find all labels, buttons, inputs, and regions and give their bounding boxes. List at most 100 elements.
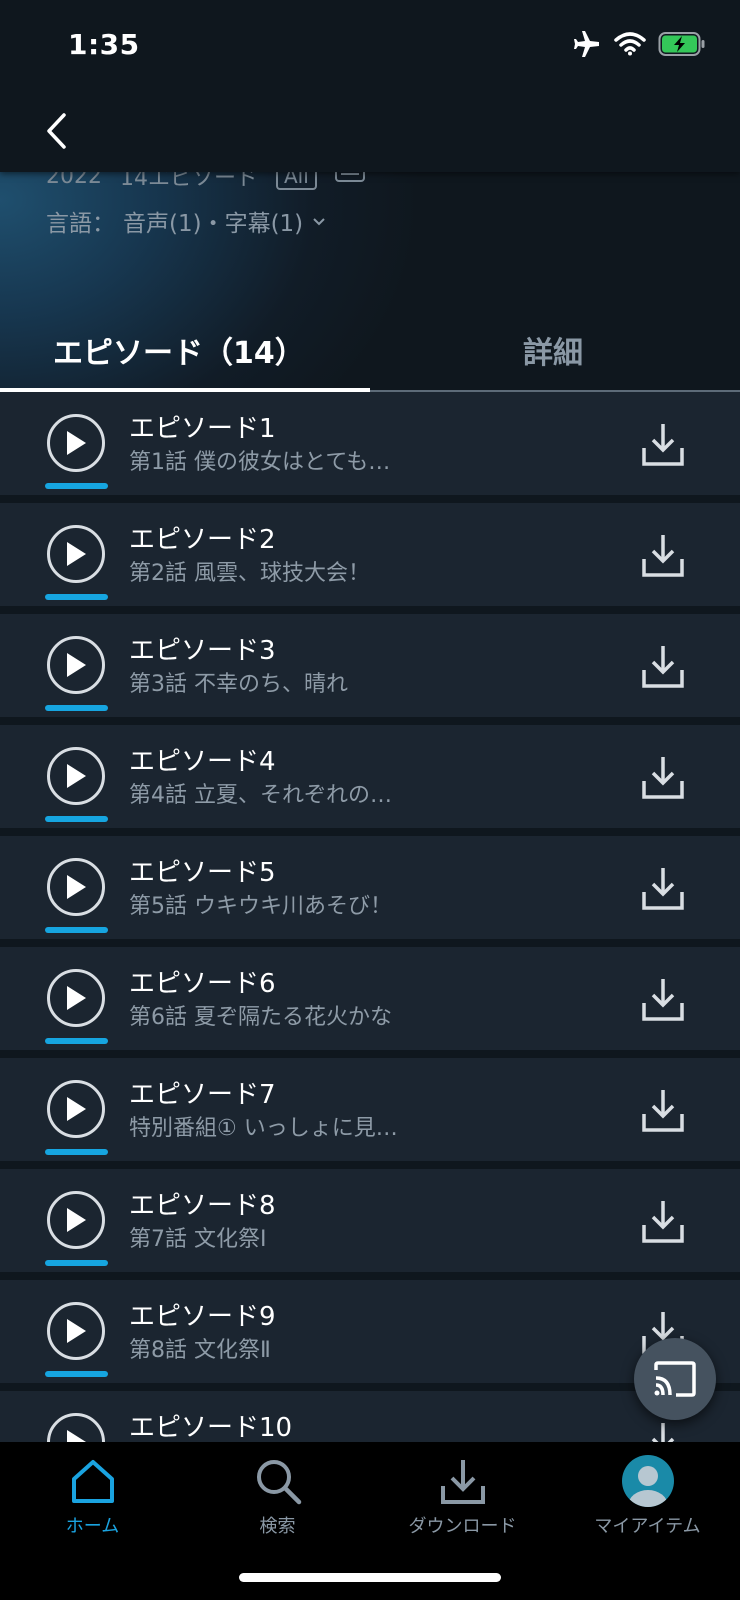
episode-title: エピソード10: [129, 1413, 293, 1443]
episode-progress-bar: [45, 594, 108, 600]
episode-subtitle: 第3話 不幸のち、晴れ: [129, 672, 348, 697]
download-button[interactable]: [640, 753, 686, 801]
play-icon: [67, 986, 86, 1010]
episode-list: エピソード1 第1話 僕の彼女はとても… エピソード2 第2話 風雲、球技大会！ エピソ…: [0, 392, 740, 1502]
episode-row[interactable]: エピソード2 第2話 風雲、球技大会！: [0, 503, 740, 606]
download-button[interactable]: [640, 531, 686, 579]
play-button[interactable]: [47, 525, 105, 583]
episode-progress-bar: [45, 927, 108, 933]
airplane-icon: [572, 30, 602, 62]
nav-home[interactable]: ホーム: [0, 1442, 185, 1542]
episode-row[interactable]: エピソード9 第8話 文化祭Ⅱ: [0, 1280, 740, 1383]
episode-subtitle: 第4話 立夏、それぞれの…: [129, 783, 392, 808]
home-indicator: [239, 1573, 501, 1582]
status-icons: [572, 30, 706, 62]
episode-row[interactable]: エピソード8 第7話 文化祭Ⅰ: [0, 1169, 740, 1272]
episode-subtitle: 第2話 風雲、球技大会！: [129, 561, 370, 586]
nav-my-items-label: マイアイテム: [594, 1516, 701, 1537]
episode-row[interactable]: エピソード7 特別番組① いっしょに見…: [0, 1058, 740, 1161]
download-button[interactable]: [640, 420, 686, 468]
tab-details[interactable]: 詳細: [523, 328, 583, 372]
episode-row[interactable]: エピソード4 第4話 立夏、それぞれの…: [0, 725, 740, 828]
play-icon: [67, 1097, 86, 1121]
language-value: 音声(1)・字幕(1): [123, 211, 304, 237]
episode-subtitle: 第1話 僕の彼女はとても…: [129, 450, 391, 475]
download-icon: [642, 868, 684, 910]
play-button[interactable]: [47, 969, 105, 1027]
episode-row[interactable]: エピソード3 第3話 不幸のち、晴れ: [0, 614, 740, 717]
episode-subtitle: 第5話 ウキウキ川あそび！: [129, 894, 392, 919]
episode-title: エピソード9: [129, 1302, 276, 1332]
nav-downloads[interactable]: ダウンロード: [370, 1442, 555, 1542]
episode-subtitle: 第6話 夏ぞ隔たる花火かな: [129, 1005, 392, 1030]
cast-button[interactable]: [634, 1338, 716, 1420]
app-screen: 2022 14エピソード All 言語： 音声(1)・字幕(1) 1:35 エピ…: [0, 0, 740, 1600]
episode-row[interactable]: エピソード1 第1話 僕の彼女はとても…: [0, 392, 740, 495]
play-icon: [67, 875, 86, 899]
chevron-down-icon: [311, 208, 327, 234]
download-button[interactable]: [640, 1197, 686, 1245]
play-button[interactable]: [47, 414, 105, 472]
play-icon: [67, 431, 86, 455]
episode-row[interactable]: エピソード6 第6話 夏ぞ隔たる花火かな: [0, 947, 740, 1050]
chevron-left-icon: [47, 113, 66, 149]
episode-title: エピソード1: [129, 414, 276, 444]
play-icon: [67, 1208, 86, 1232]
episode-progress-bar: [45, 1038, 108, 1044]
language-label: 言語：: [46, 211, 115, 237]
wifi-icon: [614, 32, 646, 60]
play-icon: [67, 653, 86, 677]
play-icon: [67, 1319, 86, 1343]
download-button[interactable]: [640, 864, 686, 912]
episode-title: エピソード5: [129, 858, 276, 888]
back-button[interactable]: [36, 106, 76, 156]
download-button[interactable]: [640, 975, 686, 1023]
episode-progress-bar: [45, 1149, 108, 1155]
tab-episodes[interactable]: エピソード（14）: [53, 328, 305, 372]
episode-title: エピソード2: [129, 525, 276, 555]
play-button[interactable]: [47, 1191, 105, 1249]
play-button[interactable]: [47, 1080, 105, 1138]
episode-title: エピソード3: [129, 636, 276, 666]
episode-progress-bar: [45, 705, 108, 711]
episode-title: エピソード6: [129, 969, 276, 999]
download-icon: [642, 646, 684, 688]
play-button[interactable]: [47, 747, 105, 805]
cast-icon: [654, 1361, 696, 1397]
nav-downloads-label: ダウンロード: [408, 1516, 517, 1537]
download-icon: [642, 535, 684, 577]
episode-title: エピソード8: [129, 1191, 276, 1221]
play-icon: [67, 542, 86, 566]
episode-title: エピソード4: [129, 747, 276, 777]
download-icon: [642, 757, 684, 799]
episode-progress-bar: [45, 1260, 108, 1266]
download-button[interactable]: [640, 642, 686, 690]
episode-progress-bar: [45, 483, 108, 489]
home-icon: [69, 1454, 117, 1508]
nav-home-label: ホーム: [65, 1516, 120, 1537]
play-button[interactable]: [47, 858, 105, 916]
download-icon: [642, 424, 684, 466]
play-button[interactable]: [47, 1302, 105, 1360]
episode-title: エピソード7: [129, 1080, 276, 1110]
download-icon: [642, 979, 684, 1021]
play-button[interactable]: [47, 636, 105, 694]
episode-progress-bar: [45, 1371, 108, 1377]
avatar-icon: [621, 1454, 675, 1508]
episode-row[interactable]: エピソード5 第5話 ウキウキ川あそび！: [0, 836, 740, 939]
download-button[interactable]: [640, 1086, 686, 1134]
download-icon: [642, 1201, 684, 1243]
tab-bar: エピソード（14） 詳細: [0, 312, 740, 392]
download-icon: [642, 1090, 684, 1132]
nav-search[interactable]: 検索: [185, 1442, 370, 1542]
episode-subtitle: 第7話 文化祭Ⅰ: [129, 1227, 267, 1252]
search-icon: [253, 1454, 303, 1508]
episode-subtitle: 特別番組① いっしょに見…: [129, 1116, 398, 1141]
status-time: 1:35: [68, 28, 140, 61]
nav-my-items[interactable]: マイアイテム: [555, 1442, 740, 1542]
nav-search-label: 検索: [259, 1516, 296, 1537]
episode-progress-bar: [45, 816, 108, 822]
language-selector[interactable]: 言語： 音声(1)・字幕(1): [46, 204, 327, 238]
download-icon: [438, 1454, 488, 1508]
top-bar: 1:35: [0, 0, 740, 172]
